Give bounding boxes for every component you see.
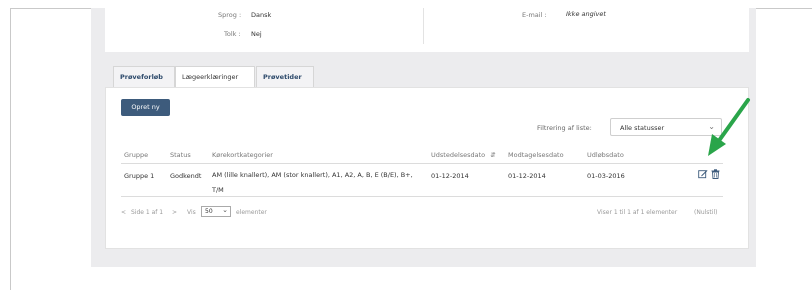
email-label: E-mail : — [522, 11, 547, 19]
create-new-button[interactable]: Opret ny — [121, 99, 170, 116]
sort-icon: ⇵ — [490, 151, 496, 159]
col-header-kategorier[interactable]: Kørekortkategorier — [212, 151, 273, 159]
pager-reset-link[interactable]: (Nulstil) — [694, 209, 717, 216]
tab-laegeerklaeringer[interactable]: Lægeerklæringer — [175, 66, 255, 89]
tab-proveforlob[interactable]: Prøveforløb — [113, 66, 175, 88]
cell-gruppe: Gruppe 1 — [124, 172, 155, 180]
pager-show-label: Vis — [187, 209, 196, 216]
profile-card — [105, 8, 749, 52]
cell-kategorier: AM (lille knallert), AM (stor knallert),… — [212, 171, 413, 194]
trash-icon[interactable] — [711, 169, 720, 179]
col-header-modtagelsesdato[interactable]: Modtagelsesdato — [508, 151, 564, 159]
col-header-udstedelsesdato-label: Udstedelsesdato — [431, 151, 486, 159]
chevron-down-icon: ⌄ — [222, 206, 228, 214]
tab-panel — [105, 87, 749, 249]
cell-status: Godkendt — [170, 172, 202, 180]
cell-modtagelse: 01-12-2014 — [508, 172, 546, 180]
language-value: Dansk — [251, 11, 272, 19]
cell-udloeb: 01-03-2016 — [587, 172, 625, 180]
pager-summary: Viser 1 til 1 af 1 elementer — [597, 209, 678, 216]
filter-label: Filtrering af liste: — [537, 124, 592, 132]
annotation-arrow-icon — [708, 98, 750, 156]
col-header-status[interactable]: Status — [170, 151, 191, 159]
page-size-value: 50 — [205, 208, 213, 215]
col-header-gruppe[interactable]: Gruppe — [124, 151, 148, 159]
pager-prev-icon[interactable]: < — [121, 209, 126, 216]
edit-icon[interactable] — [698, 169, 708, 179]
interpreter-label: Tolk : — [224, 30, 241, 38]
row-actions — [698, 169, 722, 179]
col-header-udlobsdato[interactable]: Udløbsdato — [587, 151, 624, 159]
tab-provetider[interactable]: Prøvetider — [256, 66, 314, 88]
language-label: Sprog : — [218, 11, 242, 19]
header-divider — [121, 163, 723, 164]
row-divider — [121, 196, 723, 197]
pager-next-icon[interactable]: > — [172, 209, 177, 216]
pager-elements-label: elementer — [236, 209, 267, 216]
status-filter-value: Alle statusser — [620, 124, 665, 132]
interpreter-value: Nej — [251, 30, 262, 38]
col-header-udstedelsesdato[interactable]: Udstedelsesdato ⇵ — [431, 151, 496, 159]
cell-udstedelse: 01-12-2014 — [431, 172, 469, 180]
email-value: Ikke angivet — [566, 10, 606, 18]
pager-page-info: Side 1 af 1 — [131, 209, 164, 216]
profile-divider — [423, 8, 424, 44]
page-size-select[interactable]: 50 ⌄ — [201, 206, 231, 217]
